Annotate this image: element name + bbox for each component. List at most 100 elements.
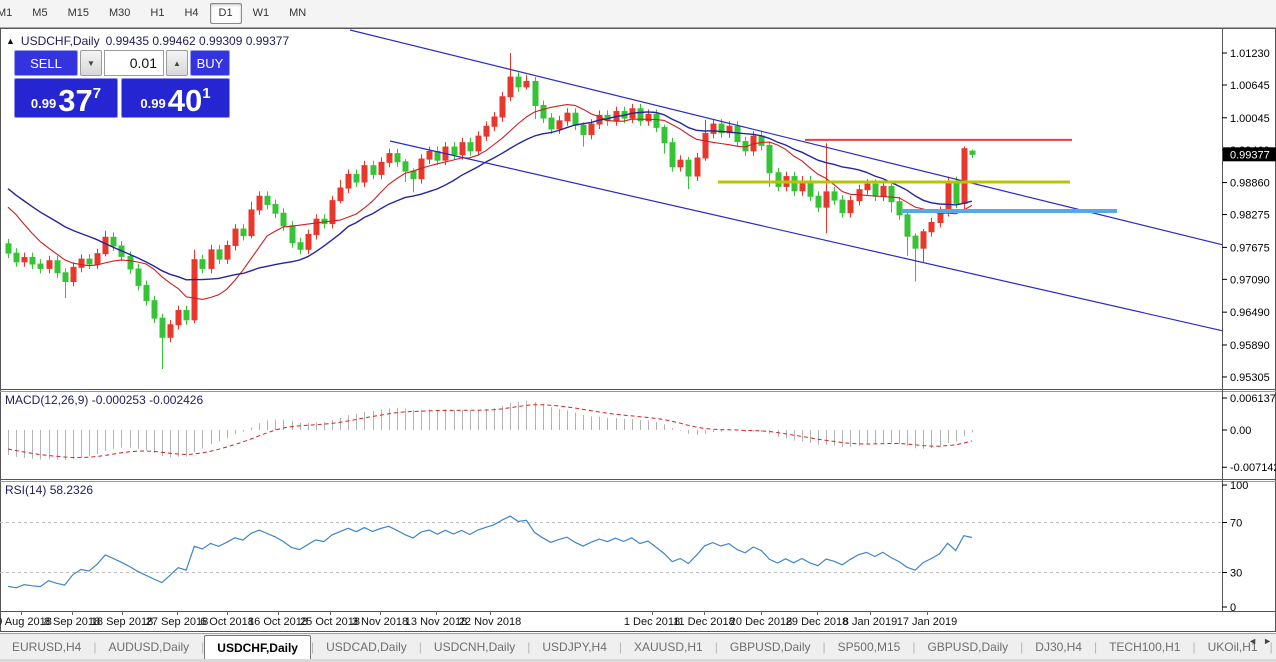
chart-tab-gbpusd-daily[interactable]: GBPUSD,Daily xyxy=(718,634,823,659)
candle xyxy=(273,204,278,213)
candle xyxy=(589,124,594,134)
chart-tab-gbpusd-daily[interactable]: GBPUSD,Daily xyxy=(915,634,1020,659)
chart-tab-usdjpy-h4[interactable]: USDJPY,H4 xyxy=(530,634,618,659)
chart-tab-sp500-m15[interactable]: SP500,M15 xyxy=(826,634,913,659)
candle xyxy=(22,257,27,261)
candle xyxy=(395,154,400,162)
candle xyxy=(695,158,700,176)
price-tick-label: 0.98860 xyxy=(1230,178,1270,190)
buy-price-big: 40 xyxy=(168,86,202,115)
date-axis-label: 3 Nov 2018 xyxy=(352,616,408,628)
candle xyxy=(152,301,157,318)
candle xyxy=(371,166,376,175)
candle xyxy=(711,124,716,133)
spin-up-icon: ▲ xyxy=(173,59,181,68)
trading-platform-window: M1M5M15M30H1H4D1W1MN 1.012301.006451.000… xyxy=(0,0,1276,662)
date-axis-label: 18 Sep 2018 xyxy=(91,616,153,628)
candle xyxy=(411,171,416,179)
macd-indicator-label: MACD(12,26,9) -0.000253 -0.002426 xyxy=(5,393,203,407)
chart-tab-xauusd-h1[interactable]: XAUUSD,H1 xyxy=(622,634,715,659)
candle xyxy=(541,105,546,118)
volume-decrement-button[interactable]: ▼ xyxy=(80,50,102,76)
sell-price-box[interactable]: 0.99 37 7 xyxy=(14,78,118,118)
candle xyxy=(79,259,84,267)
candle xyxy=(524,81,529,86)
candle xyxy=(192,260,197,320)
date-axis-label: 11 Dec 2018 xyxy=(673,616,735,628)
candle xyxy=(314,219,319,234)
candle xyxy=(946,181,951,211)
price-tick-label: 1.00645 xyxy=(1230,80,1270,92)
candle xyxy=(670,143,675,167)
candle xyxy=(87,259,92,264)
candle xyxy=(767,145,772,172)
candle xyxy=(508,77,513,97)
tab-scroll-arrows: ◄ ► xyxy=(1248,636,1272,646)
sell-button[interactable]: SELL xyxy=(14,50,78,76)
tab-scroll-right-icon[interactable]: ► xyxy=(1263,636,1272,646)
chart-tab-tech100-h1[interactable]: TECH100,H1 xyxy=(1097,634,1192,659)
candle xyxy=(95,254,100,264)
candle xyxy=(265,196,270,204)
collapse-triangle-icon[interactable]: ▲ xyxy=(6,36,15,46)
candle xyxy=(103,237,108,253)
candle xyxy=(200,260,205,269)
buy-price-box[interactable]: 0.99 40 1 xyxy=(121,78,230,118)
price-tick-label: 0.96490 xyxy=(1230,307,1270,319)
sell-price-big: 37 xyxy=(58,86,92,115)
candle xyxy=(225,245,230,259)
candle xyxy=(832,192,837,200)
candle xyxy=(298,243,303,250)
macd-tick-label: 0.006137 xyxy=(1230,393,1276,405)
candle xyxy=(962,149,967,204)
candle xyxy=(759,136,764,145)
chart-tab-usdcad-daily[interactable]: USDCAD,Daily xyxy=(314,634,419,659)
buy-button[interactable]: BUY xyxy=(190,50,230,76)
chart-tab-eurusd-h4[interactable]: EURUSD,H4 xyxy=(0,634,93,659)
candle xyxy=(533,81,538,105)
candle xyxy=(954,181,959,203)
candle xyxy=(970,151,975,154)
price-tick-label: 0.97090 xyxy=(1230,274,1270,286)
macd-values: -0.000253 -0.002426 xyxy=(92,393,203,407)
chart-ohlc-values: 0.99435 0.99462 0.99309 0.99377 xyxy=(106,34,290,48)
rsi-name: RSI(14) xyxy=(5,483,46,497)
candle xyxy=(476,136,481,151)
candle xyxy=(865,184,870,189)
price-tick-label: 0.95890 xyxy=(1230,340,1270,352)
candle xyxy=(233,229,238,245)
chart-tab-usdchf-daily[interactable]: USDCHF,Daily xyxy=(204,635,311,659)
candle xyxy=(217,250,222,259)
chart-header: ▲ USDCHF,Daily 0.99435 0.99462 0.99309 0… xyxy=(6,34,289,48)
date-axis: 29 Aug 20188 Sep 201818 Sep 201827 Sep 2… xyxy=(0,612,1222,632)
price-tick-label: 0.97675 xyxy=(1230,242,1270,254)
date-axis-label: 29 Dec 2018 xyxy=(786,616,848,628)
volume-increment-button[interactable]: ▲ xyxy=(166,50,188,76)
tab-scroll-left-icon[interactable]: ◄ xyxy=(1248,636,1257,646)
macd-tick-label: -0.007142 xyxy=(1230,462,1276,474)
rsi-tick-label: 70 xyxy=(1230,518,1242,530)
candle xyxy=(257,196,262,210)
date-axis-label: 16 Oct 2018 xyxy=(248,616,308,628)
candle xyxy=(929,222,934,231)
chart-tab-usdcnh-daily[interactable]: USDCNH,Daily xyxy=(422,634,527,659)
candle xyxy=(427,151,432,159)
candle xyxy=(662,127,667,142)
volume-input[interactable] xyxy=(104,50,164,76)
candle xyxy=(63,273,68,282)
macd-tick-label: 0.00 xyxy=(1230,425,1251,437)
candle xyxy=(500,97,505,117)
sell-price-prefix: 0.99 xyxy=(31,96,56,111)
candle xyxy=(306,235,311,250)
candle xyxy=(136,269,141,285)
chart-tab-audusd-daily[interactable]: AUDUSD,Daily xyxy=(96,634,201,659)
candle xyxy=(290,226,295,243)
date-axis-label: 1 Dec 2018 xyxy=(624,616,680,628)
chart-tab-dj30-h4[interactable]: DJ30,H4 xyxy=(1023,634,1094,659)
date-axis-label: 6 Oct 2018 xyxy=(200,616,254,628)
spin-down-icon: ▼ xyxy=(87,59,95,68)
sell-price-sup: 7 xyxy=(93,85,101,102)
candle xyxy=(241,229,246,236)
macd-name: MACD(12,26,9) xyxy=(5,393,88,407)
candle xyxy=(160,318,165,337)
